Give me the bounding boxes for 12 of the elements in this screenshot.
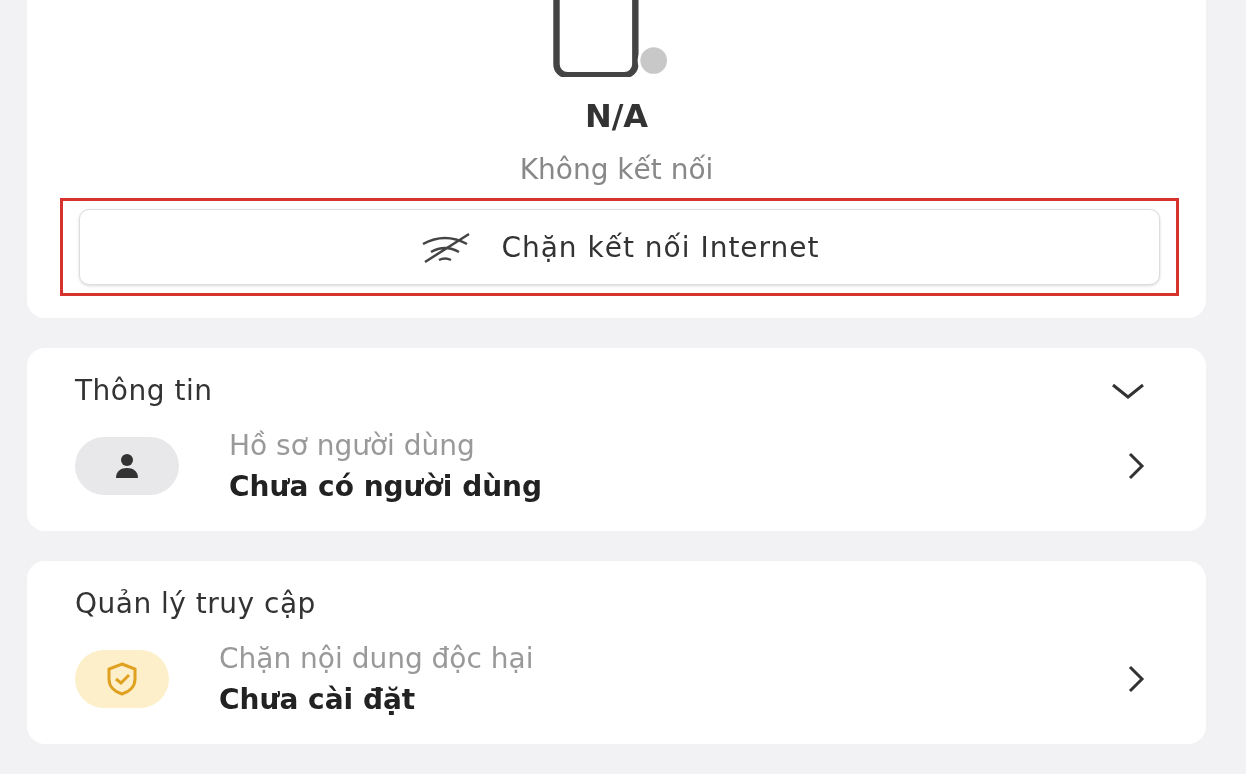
section-title: Quản lý truy cập [75,587,316,620]
connection-status: Không kết nối [519,153,714,186]
block-internet-button[interactable]: Chặn kết nối Internet [79,209,1160,285]
chevron-right-icon[interactable] [1126,664,1146,694]
section-title: Thông tin [75,374,213,407]
item-value: Chưa có người dùng [229,470,544,503]
item-label: Hồ sơ người dùng [229,429,476,462]
device-name: N/A [584,97,649,135]
item-value: Chưa cài đặt [219,683,417,716]
item-label: Chặn nội dung độc hại [219,642,535,675]
chevron-right-icon[interactable] [1126,451,1146,481]
shield-icon [75,650,169,708]
